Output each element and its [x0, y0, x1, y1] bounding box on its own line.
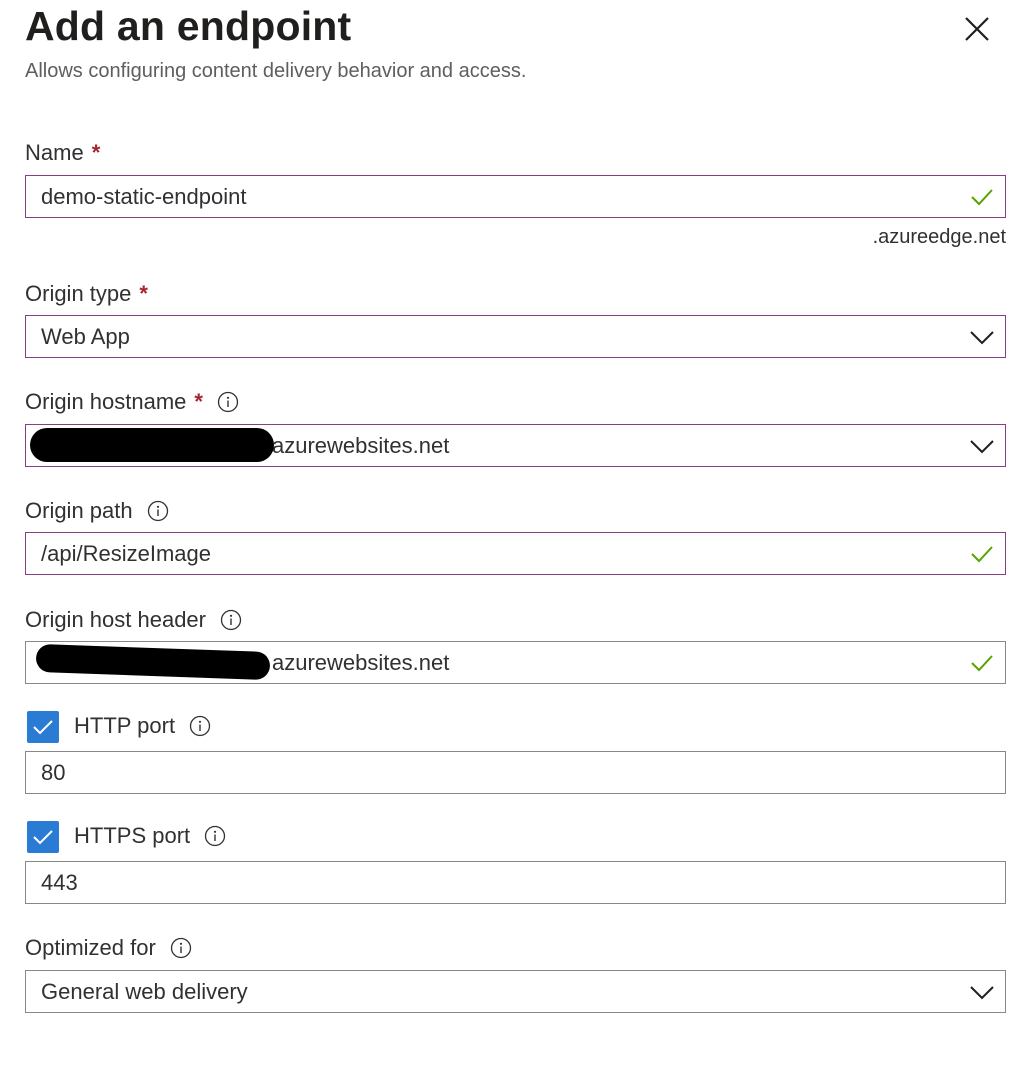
optimized-for-label-text: Optimized for: [25, 935, 156, 960]
http-port-label-text: HTTP port: [74, 713, 176, 738]
info-icon[interactable]: [170, 937, 192, 959]
origin-type-select[interactable]: Web App: [25, 315, 1006, 358]
origin-type-value: Web App: [41, 323, 130, 349]
origin-path-input[interactable]: /api/ResizeImage: [25, 532, 1006, 575]
chevron-down-icon: [969, 981, 995, 1003]
info-icon[interactable]: [147, 500, 169, 522]
optimized-for-value: General web delivery: [41, 978, 248, 1004]
close-icon[interactable]: [960, 12, 994, 46]
checkmark-icon: [969, 652, 995, 674]
origin-hostname-label-text: Origin hostname: [25, 389, 187, 414]
origin-hostname-select[interactable]: azurewebsites.net: [25, 424, 1006, 467]
page-title: Add an endpoint: [25, 3, 352, 49]
origin-host-header-label: Origin host header: [25, 607, 242, 633]
optimized-for-select[interactable]: General web delivery: [25, 970, 1006, 1013]
info-icon[interactable]: [220, 609, 242, 631]
required-marker: *: [139, 281, 148, 306]
http-port-label: HTTP port: [74, 713, 211, 739]
domain-suffix: .azureedge.net: [872, 226, 1006, 248]
checkmark-icon: [33, 830, 53, 845]
origin-host-header-input[interactable]: azurewebsites.net: [25, 641, 1006, 684]
https-port-label: HTTPS port: [74, 823, 226, 849]
origin-hostname-label: Origin hostname *: [25, 389, 239, 415]
info-icon[interactable]: [189, 715, 211, 737]
origin-host-header-value: azurewebsites.net: [272, 649, 450, 675]
https-port-checkbox[interactable]: [27, 821, 59, 853]
required-marker: *: [194, 389, 203, 414]
chevron-down-icon: [969, 435, 995, 457]
name-input[interactable]: demo-static-endpoint: [25, 175, 1006, 218]
http-port-checkbox[interactable]: [27, 711, 59, 743]
origin-type-label-text: Origin type: [25, 281, 132, 306]
checkmark-icon: [969, 543, 995, 565]
https-port-value: 443: [41, 869, 78, 895]
info-icon[interactable]: [217, 391, 239, 413]
origin-type-label: Origin type *: [25, 281, 148, 307]
origin-path-label-text: Origin path: [25, 498, 133, 523]
http-port-value: 80: [41, 759, 66, 785]
checkmark-icon: [969, 186, 995, 208]
redaction-mark: [35, 643, 271, 681]
origin-host-header-label-text: Origin host header: [25, 607, 206, 632]
https-port-input[interactable]: 443: [25, 861, 1006, 904]
info-icon[interactable]: [204, 825, 226, 847]
https-port-label-text: HTTPS port: [74, 823, 191, 848]
http-port-input[interactable]: 80: [25, 751, 1006, 794]
name-label-text: Name: [25, 140, 84, 165]
optimized-for-label: Optimized for: [25, 935, 192, 961]
name-input-value: demo-static-endpoint: [41, 183, 247, 209]
origin-hostname-value: azurewebsites.net: [272, 432, 450, 458]
chevron-down-icon: [969, 326, 995, 348]
required-marker: *: [91, 140, 101, 165]
origin-path-label: Origin path: [25, 498, 169, 524]
name-label: Name *: [25, 140, 100, 166]
origin-path-value: /api/ResizeImage: [41, 540, 211, 566]
page-subtitle: Allows configuring content delivery beha…: [25, 60, 527, 82]
checkmark-icon: [33, 720, 53, 735]
redaction-mark: [30, 428, 274, 462]
